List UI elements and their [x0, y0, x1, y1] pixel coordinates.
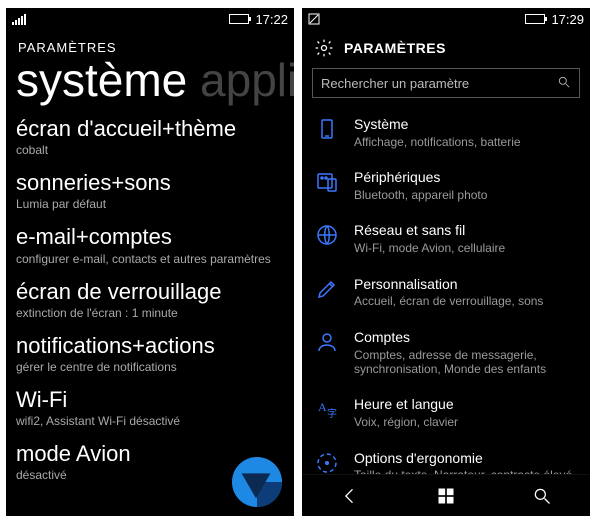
globe-icon	[314, 222, 340, 248]
settings-item-ringtones[interactable]: sonneries+sons Lumia par défaut	[16, 171, 284, 211]
item-title: écran de verrouillage	[16, 280, 284, 304]
time-language-icon: A字	[314, 396, 340, 422]
item-title: Réseau et sans fil	[354, 222, 505, 239]
settings-item-notifications[interactable]: notifications+actions gérer le centre de…	[16, 334, 284, 374]
nav-bar	[302, 474, 590, 516]
settings-list: Système Affichage, notifications, batter…	[302, 106, 590, 474]
status-bar: 17:22	[6, 8, 294, 30]
settings-item-wifi[interactable]: Wi-Fi wifi2, Assistant Wi-Fi désactivé	[16, 388, 284, 428]
system-icon	[314, 116, 340, 142]
item-subtitle: Voix, région, clavier	[354, 415, 458, 429]
settings-header: PARAMÈTRES	[302, 30, 590, 64]
item-title: sonneries+sons	[16, 171, 284, 195]
page-title: PARAMÈTRES	[344, 40, 446, 56]
devices-icon	[314, 169, 340, 195]
pivot-active[interactable]: système	[16, 54, 187, 106]
ease-of-access-icon	[314, 450, 340, 474]
svg-text:A: A	[318, 400, 327, 414]
item-title: Système	[354, 116, 521, 133]
item-subtitle: Accueil, écran de verrouillage, sons	[354, 294, 543, 308]
settings-item-personalization[interactable]: Personnalisation Accueil, écran de verro…	[312, 266, 580, 319]
settings-item-time-language[interactable]: A字 Heure et langue Voix, région, clavier	[312, 386, 580, 439]
item-title: Heure et langue	[354, 396, 458, 413]
settings-pane: PARAMÈTRES système applic écran d'accuei…	[6, 30, 294, 516]
search-placeholder: Rechercher un paramètre	[321, 76, 557, 91]
status-time: 17:29	[551, 12, 584, 27]
signal-icon	[12, 13, 26, 25]
item-title: notifications+actions	[16, 334, 284, 358]
item-subtitle: Comptes, adresse de messagerie, synchron…	[354, 348, 580, 377]
item-subtitle: configurer e-mail, contacts et autres pa…	[16, 252, 284, 266]
search-button[interactable]	[494, 475, 590, 516]
settings-item-system[interactable]: Système Affichage, notifications, batter…	[312, 106, 580, 159]
item-subtitle: Wi-Fi, mode Avion, cellulaire	[354, 241, 505, 255]
settings-item-start-theme[interactable]: écran d'accueil+thème cobalt	[16, 117, 284, 157]
item-title: e-mail+comptes	[16, 225, 284, 249]
item-subtitle: gérer le centre de notifications	[16, 360, 284, 374]
back-button[interactable]	[302, 475, 398, 516]
item-title: Wi-Fi	[16, 388, 284, 412]
phone-wp8: 17:22 PARAMÈTRES système applic écran d'…	[6, 8, 294, 516]
pivot-inactive[interactable]: applic	[200, 54, 294, 106]
settings-item-devices[interactable]: Périphériques Bluetooth, appareil photo	[312, 159, 580, 212]
pen-icon	[314, 276, 340, 302]
app-title: PARAMÈTRES	[18, 40, 284, 55]
person-icon	[314, 329, 340, 355]
phone-w10m: 17:29 PARAMÈTRES Rechercher un paramètre…	[302, 8, 590, 516]
battery-icon	[525, 14, 545, 24]
battery-icon	[229, 14, 249, 24]
watermark-badge	[228, 456, 286, 508]
pivot-header[interactable]: système applic	[16, 57, 284, 103]
item-title: Périphériques	[354, 169, 487, 186]
settings-item-network[interactable]: Réseau et sans fil Wi-Fi, mode Avion, ce…	[312, 212, 580, 265]
settings-item-ease-of-access[interactable]: Options d'ergonomie Taille du texte, Nar…	[312, 440, 580, 474]
item-subtitle: Bluetooth, appareil photo	[354, 188, 487, 202]
item-subtitle: wifi2, Assistant Wi-Fi désactivé	[16, 414, 284, 428]
status-time: 17:22	[255, 12, 288, 27]
item-title: Personnalisation	[354, 276, 543, 293]
svg-text:字: 字	[327, 407, 337, 420]
item-title: Comptes	[354, 329, 580, 346]
item-subtitle: Affichage, notifications, batterie	[354, 135, 521, 149]
item-title: écran d'accueil+thème	[16, 117, 284, 141]
status-bar: 17:29	[302, 8, 590, 30]
item-subtitle: Lumia par défaut	[16, 197, 284, 211]
settings-item-email-accounts[interactable]: e-mail+comptes configurer e-mail, contac…	[16, 225, 284, 265]
settings-item-lock-screen[interactable]: écran de verrouillage extinction de l'éc…	[16, 280, 284, 320]
item-subtitle: cobalt	[16, 143, 284, 157]
settings-item-accounts[interactable]: Comptes Comptes, adresse de messagerie, …	[312, 319, 580, 387]
search-icon	[557, 75, 571, 92]
start-button[interactable]	[398, 475, 494, 516]
item-title: Options d'ergonomie	[354, 450, 572, 467]
item-subtitle: extinction de l'écran : 1 minute	[16, 306, 284, 320]
cellular-off-icon	[308, 13, 320, 25]
gear-icon	[314, 38, 334, 58]
search-input[interactable]: Rechercher un paramètre	[312, 68, 580, 98]
